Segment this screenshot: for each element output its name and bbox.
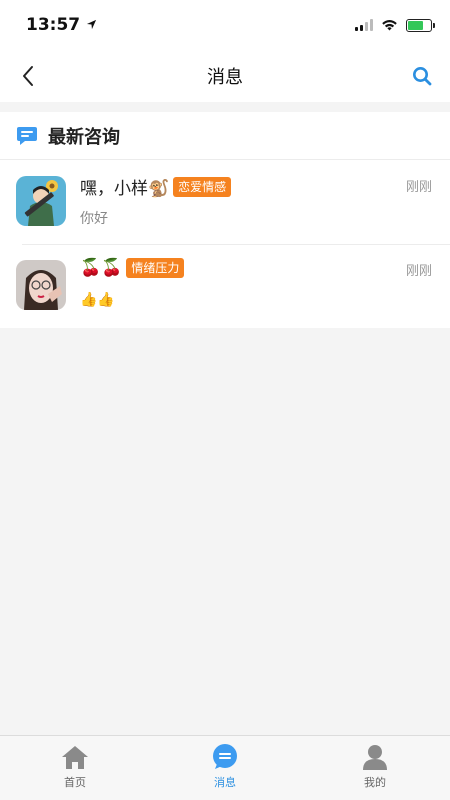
message-preview: 你好: [80, 211, 108, 227]
tab-label: 消息: [214, 776, 236, 789]
message-preview: 👍👍: [80, 292, 115, 308]
battery-icon: [406, 18, 435, 32]
category-tag: 情绪压力: [126, 258, 185, 278]
search-button[interactable]: [408, 62, 436, 90]
chevron-left-icon: [23, 66, 33, 86]
status-time-group: 13:57: [26, 15, 97, 35]
tab-home[interactable]: 首页: [0, 736, 150, 800]
status-time: 13:57: [26, 15, 81, 35]
chat-bubble-icon: [17, 126, 37, 145]
home-icon: [62, 746, 88, 769]
section-header: 最新咨询: [0, 112, 450, 160]
tab-messages[interactable]: 消息: [150, 736, 300, 800]
contact-name: 嘿，小样🐒: [80, 179, 170, 199]
signal-icon: [355, 19, 373, 31]
location-arrow-icon: [86, 15, 97, 35]
item-title-row: 嘿，小样🐒 恋爱情感: [80, 174, 232, 199]
message-item[interactable]: 🍒🍒 情绪压力 刚刚 👍👍: [0, 244, 450, 328]
status-bar: 13:57: [0, 0, 450, 50]
category-tag: 恋爱情感: [173, 176, 232, 197]
tab-profile[interactable]: 我的: [300, 736, 450, 800]
avatar: [16, 260, 66, 310]
wifi-icon: [381, 16, 398, 35]
item-title-row: 🍒🍒 情绪压力: [80, 258, 185, 278]
status-icons: [355, 16, 435, 35]
message-time: 刚刚: [405, 180, 432, 195]
message-item[interactable]: 嘿，小样🐒 恋爱情感 刚刚 你好: [0, 160, 450, 244]
section-title: 最新咨询: [48, 126, 120, 148]
back-button[interactable]: [14, 62, 42, 90]
message-time: 刚刚: [405, 264, 432, 279]
message-icon: [213, 744, 237, 769]
consultation-card: 最新咨询 嘿，小样🐒 恋爱情感 刚刚 你好 🍒🍒 情绪压力 刚刚 👍👍: [0, 112, 450, 328]
tab-bar: 首页 消息 我的: [0, 735, 450, 800]
contact-name: 🍒🍒: [80, 258, 123, 278]
avatar: [16, 176, 66, 226]
tab-label: 我的: [364, 776, 386, 789]
nav-bar: 消息: [0, 50, 450, 102]
page-title: 消息: [207, 67, 243, 88]
tab-label: 首页: [64, 776, 86, 789]
user-icon: [363, 745, 387, 770]
search-icon: [413, 67, 432, 86]
